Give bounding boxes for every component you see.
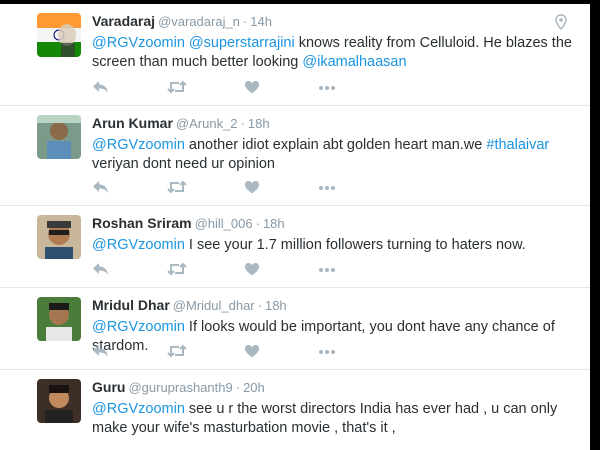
user-name[interactable]: Varadaraj (92, 13, 155, 29)
tweet-actions (92, 180, 352, 198)
heart-icon[interactable] (244, 262, 264, 278)
tweet-time[interactable]: 14h (250, 14, 272, 29)
tweet-header: Roshan Sriram @hill_006 · 18h (92, 215, 285, 231)
mention-link[interactable]: @ikamalhaasan (302, 54, 406, 70)
avatar[interactable] (37, 13, 81, 57)
mention-link[interactable]: @RGVzoomin (92, 237, 185, 253)
separator-dot: · (242, 14, 248, 29)
more-icon[interactable] (318, 344, 338, 360)
user-handle[interactable]: @guruprashanth9 (128, 380, 232, 395)
user-handle[interactable]: @Arunk_2 (176, 116, 238, 131)
separator-dot: · (240, 116, 245, 131)
tweet-item[interactable]: Mridul Dhar @Mridul_dhar · 18h @RGVzoomin I… (0, 288, 590, 370)
heart-icon[interactable] (244, 344, 264, 360)
tweet-header: Varadaraj @varadaraj_n · 14h (92, 13, 272, 29)
tweet-actions (92, 80, 352, 98)
heart-icon[interactable] (244, 80, 264, 96)
mention-link[interactable]: @RGVzoomin (92, 137, 185, 153)
tweet-time[interactable]: 18h (248, 116, 270, 131)
tweet-item[interactable]: Varadaraj @varadaraj_n · 14h @RGVzoomin @su… (0, 4, 590, 106)
reply-icon[interactable] (92, 80, 112, 96)
tweet-actions (92, 344, 352, 362)
tweet-header: Guru @guruprashanth9 · 20h (92, 379, 265, 395)
tweet-text-segment: I see your 1.7 million followers turning… (184, 237, 526, 253)
retweet-icon[interactable] (167, 344, 187, 360)
user-handle[interactable]: @Mridul_dhar (173, 298, 255, 313)
separator-dot: · (255, 216, 260, 231)
more-icon[interactable] (318, 80, 338, 96)
avatar[interactable] (37, 115, 81, 159)
user-name[interactable]: Guru (92, 379, 125, 395)
avatar[interactable] (37, 215, 81, 259)
mention-link[interactable]: @RGVzoomin (92, 35, 185, 51)
tweet-text: @RGVzoomin I see your 1.7 million follow… (92, 236, 572, 255)
mention-link[interactable]: @RGVzoomin (92, 319, 185, 335)
reply-icon[interactable] (92, 344, 112, 360)
tweet-item[interactable]: Arun Kumar @Arunk_2 · 18h @RGVzoomin anothe… (0, 106, 590, 206)
avatar[interactable] (37, 379, 81, 423)
timeline: Varadaraj @varadaraj_n · 14h @RGVzoomin @su… (0, 4, 590, 450)
separator-dot: · (235, 380, 241, 395)
user-handle[interactable]: @hill_006 (195, 216, 253, 231)
mention-link[interactable]: @RGVzoomin (92, 401, 185, 417)
reply-icon[interactable] (92, 262, 112, 278)
tweet-text: @RGVzoomin another idiot explain abt gol… (92, 136, 572, 174)
separator-dot: · (257, 298, 262, 313)
tweet-item[interactable]: Roshan Sriram @hill_006 · 18h @RGVzoomin I … (0, 206, 590, 288)
retweet-icon[interactable] (167, 262, 187, 278)
mention-link[interactable]: @superstarrajini (189, 35, 295, 51)
reply-icon[interactable] (92, 180, 112, 196)
tweet-time[interactable]: 18h (265, 298, 287, 313)
tweet-text-segment: another idiot explain abt golden heart m… (184, 137, 487, 153)
tweet-text: @RGVzoomin see u r the worst directors I… (92, 400, 572, 438)
tweet-actions (92, 262, 352, 280)
tweet-item[interactable]: Guru @guruprashanth9 · 20h @RGVzoomin see u… (0, 370, 590, 450)
tweet-time[interactable]: 18h (263, 216, 285, 231)
hashtag-link[interactable]: #thalaivar (486, 137, 549, 153)
tweet-header: Mridul Dhar @Mridul_dhar · 18h (92, 297, 287, 313)
user-name[interactable]: Roshan Sriram (92, 215, 192, 231)
tweet-header: Arun Kumar @Arunk_2 · 18h (92, 115, 270, 131)
tweet-text: @RGVzoomin @superstarrajini knows realit… (92, 34, 572, 72)
avatar[interactable] (37, 297, 81, 341)
user-name[interactable]: Arun Kumar (92, 115, 173, 131)
tweet-time[interactable]: 20h (243, 380, 265, 395)
retweet-icon[interactable] (167, 180, 187, 196)
user-handle[interactable]: @varadaraj_n (158, 14, 240, 29)
tweet-text-segment: veriyan dont need ur opinion (92, 156, 275, 172)
heart-icon[interactable] (244, 180, 264, 196)
more-icon[interactable] (318, 180, 338, 196)
more-icon[interactable] (318, 262, 338, 278)
user-name[interactable]: Mridul Dhar (92, 297, 170, 313)
retweet-icon[interactable] (167, 80, 187, 96)
